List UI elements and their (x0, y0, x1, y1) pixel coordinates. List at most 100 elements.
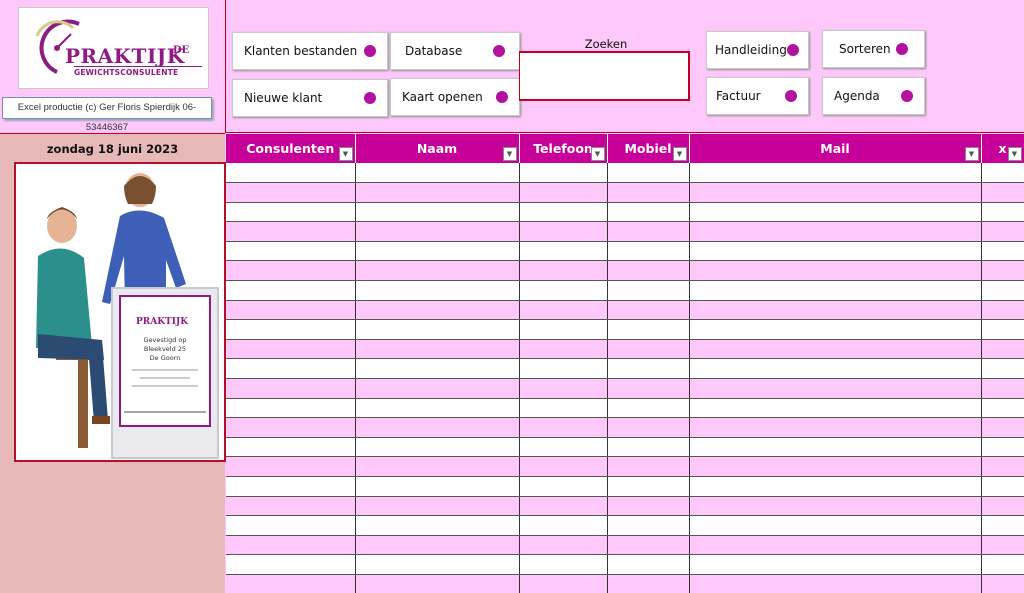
table-cell[interactable] (519, 496, 608, 517)
table-cell[interactable] (355, 398, 520, 419)
table-cell[interactable] (226, 437, 356, 458)
table-cell[interactable] (226, 300, 356, 321)
table-cell[interactable] (981, 202, 1024, 223)
agenda-button[interactable]: Agenda (822, 77, 925, 115)
table-cell[interactable] (689, 378, 982, 399)
table-cell[interactable] (226, 319, 356, 340)
table-cell[interactable] (226, 554, 356, 575)
table-cell[interactable] (355, 496, 520, 517)
table-cell[interactable] (355, 202, 520, 223)
table-cell[interactable] (689, 476, 982, 497)
table-cell[interactable] (226, 202, 356, 223)
table-cell[interactable] (981, 319, 1024, 340)
table-cell[interactable] (519, 358, 608, 380)
nieuwe-klant-button[interactable]: Nieuwe klant (232, 79, 388, 117)
table-cell[interactable] (519, 535, 608, 556)
table-cell[interactable] (981, 476, 1024, 497)
table-cell[interactable] (689, 496, 982, 517)
table-cell[interactable] (981, 182, 1024, 203)
table-cell[interactable] (607, 417, 690, 438)
table-cell[interactable] (981, 515, 1024, 536)
table-cell[interactable] (355, 574, 520, 593)
table-cell[interactable] (519, 241, 608, 262)
table-cell[interactable] (355, 182, 520, 203)
table-cell[interactable] (689, 554, 982, 575)
table-cell[interactable] (689, 417, 982, 438)
sort-filter-dropdown-icon[interactable]: ▼ (502, 147, 517, 161)
table-cell[interactable] (519, 319, 608, 340)
table-cell[interactable] (519, 221, 608, 242)
table-cell[interactable] (607, 182, 690, 203)
kaart-openen-button[interactable]: Kaart openen (390, 78, 520, 116)
table-cell[interactable] (355, 554, 520, 575)
filter-dropdown-icon[interactable]: ▼ (964, 147, 979, 161)
table-cell[interactable] (689, 456, 982, 477)
table-cell[interactable] (607, 163, 690, 184)
table-cell[interactable] (607, 358, 690, 380)
table-cell[interactable] (226, 496, 356, 517)
table-cell[interactable] (226, 398, 356, 419)
table-cell[interactable] (689, 319, 982, 340)
table-cell[interactable] (981, 241, 1024, 262)
table-cell[interactable] (607, 515, 690, 536)
table-cell[interactable] (519, 339, 608, 360)
table-cell[interactable] (689, 300, 982, 321)
table-cell[interactable] (355, 241, 520, 262)
table-cell[interactable] (689, 535, 982, 556)
table-cell[interactable] (607, 398, 690, 419)
table-cell[interactable] (355, 163, 520, 184)
table-cell[interactable] (981, 260, 1024, 282)
table-cell[interactable] (519, 574, 608, 593)
table-cell[interactable] (607, 378, 690, 399)
table-cell[interactable] (355, 456, 520, 477)
table-cell[interactable] (607, 241, 690, 262)
table-cell[interactable] (519, 437, 608, 458)
table-cell[interactable] (226, 476, 356, 497)
table-cell[interactable] (689, 437, 982, 458)
table-cell[interactable] (226, 515, 356, 536)
klanten-bestanden-button[interactable]: Klanten bestanden (232, 32, 388, 70)
table-cell[interactable] (607, 260, 690, 282)
table-cell[interactable] (981, 437, 1024, 458)
table-cell[interactable] (981, 300, 1024, 321)
table-cell[interactable] (607, 574, 690, 593)
table-cell[interactable] (226, 574, 356, 593)
table-cell[interactable] (226, 260, 356, 282)
table-cell[interactable] (519, 260, 608, 282)
database-button[interactable]: Database (390, 32, 520, 70)
table-cell[interactable] (689, 202, 982, 223)
table-cell[interactable] (607, 319, 690, 340)
sorteren-button[interactable]: Sorteren (822, 30, 925, 68)
table-cell[interactable] (689, 260, 982, 282)
search-input[interactable] (519, 51, 690, 101)
table-cell[interactable] (689, 221, 982, 242)
table-cell[interactable] (355, 221, 520, 242)
table-cell[interactable] (981, 456, 1024, 477)
handleiding-button[interactable]: Handleiding (706, 31, 809, 69)
table-cell[interactable] (981, 378, 1024, 399)
table-cell[interactable] (519, 456, 608, 477)
filter-dropdown-icon[interactable]: ▼ (338, 147, 353, 161)
table-cell[interactable] (981, 163, 1024, 184)
table-cell[interactable] (226, 182, 356, 203)
table-cell[interactable] (981, 417, 1024, 438)
table-cell[interactable] (355, 535, 520, 556)
table-cell[interactable] (226, 456, 356, 477)
table-cell[interactable] (226, 535, 356, 556)
table-cell[interactable] (519, 515, 608, 536)
table-cell[interactable] (607, 280, 690, 301)
table-cell[interactable] (226, 221, 356, 242)
table-cell[interactable] (607, 221, 690, 242)
table-cell[interactable] (355, 300, 520, 321)
table-cell[interactable] (519, 554, 608, 575)
filter-dropdown-icon[interactable]: ▼ (1007, 147, 1022, 161)
table-cell[interactable] (607, 437, 690, 458)
table-cell[interactable] (519, 163, 608, 184)
table-cell[interactable] (607, 496, 690, 517)
table-cell[interactable] (689, 163, 982, 184)
table-cell[interactable] (981, 398, 1024, 419)
table-cell[interactable] (355, 280, 520, 301)
table-cell[interactable] (689, 241, 982, 262)
factuur-button[interactable]: Factuur (706, 77, 809, 115)
table-cell[interactable] (981, 280, 1024, 301)
